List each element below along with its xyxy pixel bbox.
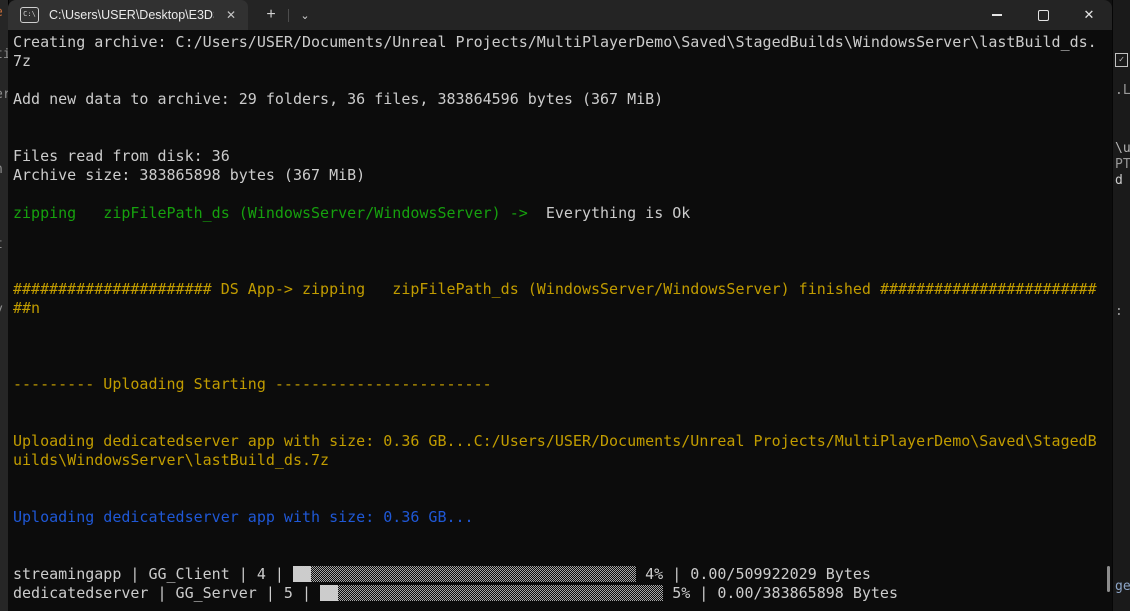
new-tab-button[interactable]: + (254, 0, 288, 30)
progress-bar-filled (293, 566, 311, 582)
terminal-blank-line (13, 356, 1097, 375)
tab-cmd-session[interactable]: C:\ C:\Users\USER\Desktop\E3DS ✕ (8, 0, 248, 30)
background-text-fragment: t (0, 238, 3, 252)
terminal-blank-line (13, 413, 1097, 432)
terminal-progress-line: streamingapp | GG_Client | 4 | 4% | 0.00… (13, 565, 1097, 584)
terminal-text-segment: Uploading dedicatedserver app with size:… (13, 508, 474, 526)
background-window-right-sliver: ✓ .L \u PT d: ge (1112, 0, 1130, 611)
terminal-screen[interactable]: Creating archive: C:/Users/USER/Document… (8, 30, 1112, 611)
terminal-line: Archive size: 383865898 bytes (367 MiB) (13, 166, 1097, 185)
background-text-fragment: .L (1115, 84, 1130, 98)
terminal-line: zipping zipFilePath_ds (WindowsServer/Wi… (13, 204, 1097, 223)
terminal-blank-line (13, 223, 1097, 242)
terminal-text-segment: dedicatedserver | GG_Server | 5 | (13, 584, 320, 602)
titlebar-drag-area (321, 0, 974, 30)
terminal-text-segment: Files read from disk: 36 (13, 147, 230, 165)
background-checkbox-checked-icon: ✓ (1115, 53, 1128, 67)
terminal-window: C:\ C:\Users\USER\Desktop\E3DS ✕ + ⌄ ✕ C… (8, 0, 1112, 611)
terminal-line: --------- Uploading Starting -----------… (13, 375, 1097, 394)
terminal-blank-line (13, 470, 1097, 489)
terminal-output: Creating archive: C:/Users/USER/Document… (13, 33, 1097, 603)
terminal-blank-line (13, 261, 1097, 280)
background-text-fragment: e (0, 6, 3, 20)
terminal-text-segment: Creating archive: C:/Users/USER/Document… (13, 33, 1097, 70)
terminal-blank-line (13, 128, 1097, 147)
terminal-blank-line (13, 71, 1097, 90)
tab-dropdown-button[interactable]: ⌄ (289, 0, 321, 30)
background-text-fragment: : (1115, 305, 1123, 319)
minimize-button[interactable] (974, 0, 1020, 30)
terminal-blank-line (13, 185, 1097, 204)
background-text-fragment: ge (1115, 580, 1130, 594)
terminal-text-segment: Uploading dedicatedserver app with size:… (13, 432, 1097, 469)
terminal-text-segment: 4% | 0.00/509922029 Bytes (636, 565, 871, 583)
terminal-blank-line (13, 109, 1097, 128)
terminal-text-segment: zipping zipFilePath_ds (WindowsServer/Wi… (13, 204, 528, 222)
tab-title: C:\Users\USER\Desktop\E3DS (49, 8, 214, 22)
terminal-line: Add new data to archive: 29 folders, 36 … (13, 90, 1097, 109)
terminal-line: Files read from disk: 36 (13, 147, 1097, 166)
terminal-text-segment: streamingapp | GG_Client | 4 | (13, 565, 293, 583)
scrollbar-thumb[interactable] (1107, 566, 1110, 592)
terminal-line: Uploading dedicatedserver app with size:… (13, 432, 1097, 470)
terminal-blank-line (13, 527, 1097, 546)
terminal-blank-line (13, 337, 1097, 356)
terminal-line: ###################### DS App-> zipping … (13, 280, 1097, 318)
progress-bar-track (311, 566, 636, 582)
maximize-button[interactable] (1020, 0, 1066, 30)
progress-bar-filled (320, 585, 338, 601)
terminal-text-segment: 5% | 0.00/383865898 Bytes (663, 584, 898, 602)
terminal-progress-line: dedicatedserver | GG_Server | 5 | 5% | 0… (13, 584, 1097, 603)
terminal-text-segment: --------- Uploading Starting -----------… (13, 375, 492, 393)
background-text-fragment: \u (1115, 142, 1130, 156)
terminal-blank-line (13, 394, 1097, 413)
terminal-blank-line (13, 318, 1097, 337)
background-text-fragment: PT (1115, 158, 1130, 172)
terminal-line: Creating archive: C:/Users/USER/Document… (13, 33, 1097, 71)
close-button[interactable]: ✕ (1066, 0, 1112, 30)
background-text-fragment: y (0, 303, 3, 317)
titlebar: C:\ C:\Users\USER\Desktop\E3DS ✕ + ⌄ ✕ (8, 0, 1112, 30)
terminal-text-segment: Everything is Ok (528, 204, 691, 222)
terminal-line: Uploading dedicatedserver app with size:… (13, 508, 1097, 527)
background-text-fragment: d (1115, 174, 1123, 188)
terminal-blank-line (13, 242, 1097, 261)
close-icon: ✕ (1084, 7, 1095, 23)
tab-close-icon[interactable]: ✕ (222, 8, 240, 22)
terminal-blank-line (13, 489, 1097, 508)
maximize-icon (1038, 10, 1049, 21)
minimize-icon (992, 14, 1002, 16)
progress-bar-track (338, 585, 663, 601)
command-prompt-icon: C:\ (20, 7, 39, 23)
terminal-text-segment: Add new data to archive: 29 folders, 36 … (13, 90, 663, 108)
background-text-fragment: n (0, 163, 3, 177)
terminal-text-segment: Archive size: 383865898 bytes (367 MiB) (13, 166, 365, 184)
terminal-blank-line (13, 546, 1097, 565)
terminal-text-segment: ###################### DS App-> zipping … (13, 280, 1097, 317)
